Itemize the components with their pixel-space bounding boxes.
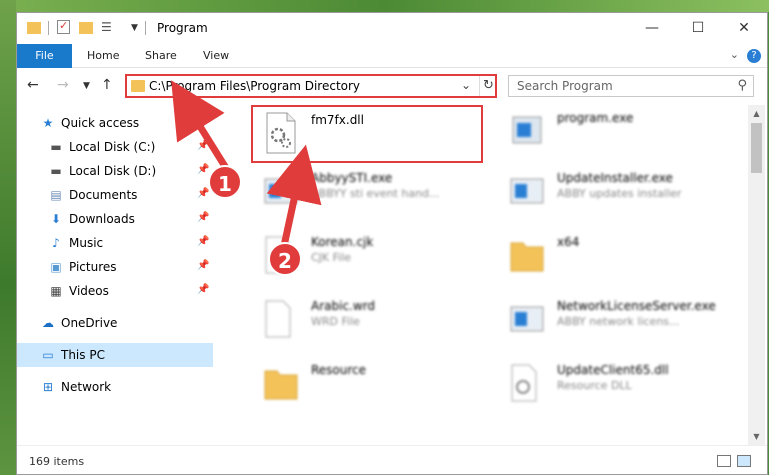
callout-1: 1 xyxy=(208,165,242,199)
callout-2: 2 xyxy=(268,242,302,276)
arrow-2 xyxy=(266,144,322,247)
annotation-arrows xyxy=(171,80,322,247)
arrow-1 xyxy=(171,80,229,170)
